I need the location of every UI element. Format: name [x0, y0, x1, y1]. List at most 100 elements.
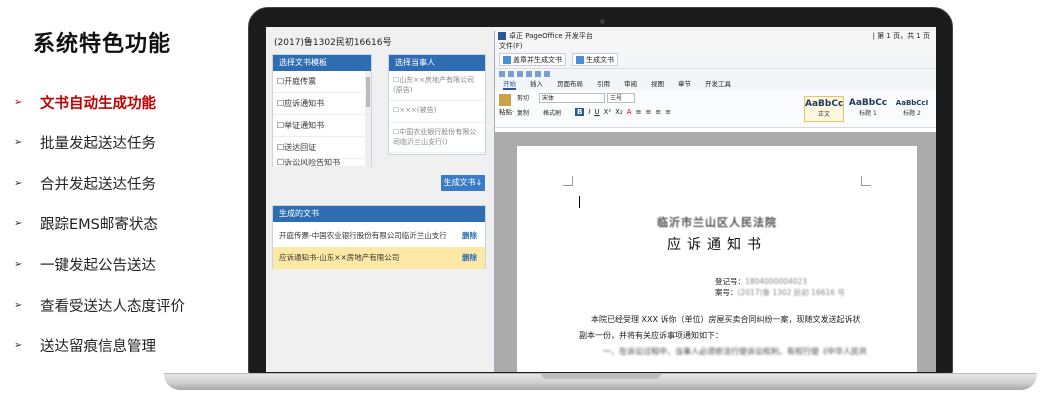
doc-template-header: 选择文书模板 — [273, 55, 371, 71]
word-doc-icon — [498, 32, 506, 40]
crop-mark — [861, 176, 871, 186]
tab-insert[interactable]: 插入 — [530, 79, 543, 90]
seal-generate-button[interactable]: 盖章并生成文书 — [499, 53, 566, 66]
scroll-thumb[interactable] — [366, 77, 370, 107]
print-icon[interactable] — [526, 71, 532, 77]
underline-button[interactable]: U — [594, 108, 599, 116]
feature-label: 送达留痕信息管理 — [40, 339, 156, 355]
doc-template-item[interactable]: ☐举证通知书 — [273, 115, 371, 137]
italic-button[interactable]: I — [588, 108, 590, 116]
style-name: 标题 1 — [859, 110, 877, 117]
style-name: 标题 2 — [903, 110, 921, 117]
doc-template-item[interactable]: ☐诉讼风险告知书 — [273, 159, 371, 167]
tab-layout[interactable]: 页面布局 — [557, 79, 583, 90]
generated-doc-name: 应诉通知书-山东××房地产有限公司 — [279, 253, 400, 262]
ribbon-tabs: 开始 插入 页面布局 引用 审阅 视图 章节 开发工具 — [495, 79, 936, 90]
party-header: 选择当事人 — [389, 55, 485, 71]
undo-icon[interactable] — [535, 71, 541, 77]
document-page[interactable]: 临沂市兰山区人民法院 应诉通知书 登记号：1804000004023 案号：(2… — [517, 146, 917, 372]
feature-item-attitude: ➢ 查看受送达人态度评价 — [14, 295, 185, 316]
feature-list: 系统特色功能 ➢ 文书自动生成功能 ➢ 批量发起送达任务 ➢ 合并发起送达任务 … — [0, 0, 240, 404]
office-editor-window: 卓正 PageOffice 开发平台 | 第 1 页，共 1 页 文件(F) 盖… — [494, 31, 936, 372]
font-size-select[interactable]: 三号 — [607, 93, 635, 103]
feature-item-announcement: ➢ 一键发起公告送达 — [14, 254, 156, 275]
case-number-line: 案号：(2017)鲁 1302 民初 16616 号 — [715, 287, 845, 298]
delete-link[interactable]: 删除 — [462, 247, 477, 269]
doc-template-item[interactable]: ☐应诉通知书 — [273, 93, 371, 115]
paste-label: 粘贴· — [499, 108, 515, 116]
bullet-arrow-icon: ➢ — [14, 137, 23, 148]
style-normal[interactable]: AaBbCc 正文 — [804, 96, 844, 122]
seal-generate-label: 盖章并生成文书 — [513, 55, 562, 64]
redo-icon[interactable] — [544, 71, 550, 77]
office-title: 卓正 PageOffice 开发平台 — [509, 32, 593, 40]
menu-file[interactable]: 文件(F) — [495, 41, 936, 51]
feature-item-merge-send: ➢ 合并发起送达任务 — [14, 173, 156, 194]
generate-label: 生成文书 — [586, 55, 614, 64]
laptop-notch — [541, 373, 661, 379]
style-sample: AaBbCc — [805, 99, 844, 109]
tab-home[interactable]: 开始 — [503, 79, 516, 90]
doc-template-item[interactable]: ☐开庭传票 — [273, 71, 371, 93]
crop-mark — [563, 176, 573, 186]
generated-doc-name: 开庭传票-中国农业银行股份有限公司临沂兰山支行 — [279, 231, 447, 240]
generated-docs-panel: 生成的文书 开庭传票-中国农业银行股份有限公司临沂兰山支行 删除 应诉通知书-山… — [272, 205, 486, 269]
tab-section[interactable]: 章节 — [678, 79, 691, 90]
style-heading-1[interactable]: AaBbCc 标题 1 — [848, 96, 888, 122]
generated-doc-row[interactable]: 开庭传票-中国农业银行股份有限公司临沂兰山支行 删除 — [273, 225, 485, 247]
align-left-icon[interactable]: ≡ — [636, 108, 642, 116]
tab-review[interactable]: 审阅 — [624, 79, 637, 90]
open-icon[interactable] — [508, 71, 514, 77]
party-item[interactable]: ☐×××(被告) — [389, 101, 485, 123]
text-cursor — [579, 196, 580, 208]
body-paragraph: 本院已经受理 XXX 诉你（单位）房屋买卖合同纠纷一案，现随文发送起诉状 — [591, 315, 861, 324]
bullet-arrow-icon: ➢ — [14, 259, 23, 270]
party-item[interactable]: ☐山东××房地产有限公司(原告) — [389, 71, 485, 101]
office-titlebar: 卓正 PageOffice 开发平台 | 第 1 页，共 1 页 — [495, 31, 936, 41]
generated-doc-row[interactable]: 应诉通知书-山东××房地产有限公司 删除 — [273, 247, 485, 269]
copy-button[interactable]: 复制 — [517, 108, 529, 117]
feature-item-batch-send: ➢ 批量发起送达任务 — [14, 132, 156, 153]
save-icon[interactable] — [517, 71, 523, 77]
paste-icon — [499, 94, 511, 106]
body-paragraph: 副本一份，并将有关应诉事项通知如下： — [579, 331, 723, 340]
generate-doc-button[interactable]: 生成文书↓ — [441, 175, 485, 191]
feature-label: 批量发起送达任务 — [40, 136, 156, 152]
align-right-icon[interactable]: ≡ — [655, 108, 661, 116]
justify-icon[interactable]: ≡ — [665, 108, 671, 116]
office-toolbar: 盖章并生成文书 生成文书 — [495, 51, 936, 69]
subscript-button[interactable]: X₂ — [615, 108, 623, 116]
delete-link[interactable]: 删除 — [462, 225, 477, 247]
body-paragraph: 一、在诉讼过程中，当事人必须依法行使诉讼权利，有权行使《中华人民共 — [603, 347, 867, 356]
bold-button[interactable]: B — [575, 108, 585, 116]
doc-template-panel: 选择文书模板 ☐开庭传票 ☐应诉通知书 ☐举证通知书 ☐送达回证 ☐诉讼风险告知… — [272, 54, 372, 167]
tab-view[interactable]: 视图 — [651, 79, 664, 90]
format-painter-button[interactable]: 格式刷 — [543, 108, 561, 117]
style-sample: AaBbCcI — [895, 99, 929, 107]
align-center-icon[interactable]: ≡ — [645, 108, 651, 116]
bullet-arrow-icon: ➢ — [14, 300, 23, 311]
generated-docs-header: 生成的文书 — [273, 206, 485, 222]
ribbon-home: 粘贴· 剪切 复制 格式刷 宋体 三号 B I U X² X₂ A ≡ ≡ ≡ … — [495, 90, 936, 128]
feature-label: 合并发起送达任务 — [40, 177, 156, 193]
cut-button[interactable]: 剪切 — [517, 93, 529, 102]
case-label: 案号： — [715, 288, 738, 297]
font-family-select[interactable]: 宋体 — [539, 93, 605, 103]
tab-references[interactable]: 引用 — [597, 79, 610, 90]
tab-developer[interactable]: 开发工具 — [705, 79, 731, 90]
feature-item-trace: ➢ 送达留痕信息管理 — [14, 335, 156, 356]
page-indicator: | 第 1 页，共 1 页 — [872, 32, 930, 40]
laptop-screen: (2017)鲁1302民初16616号 选择文书模板 ☐开庭传票 ☐应诉通知书 … — [266, 27, 936, 372]
feature-label: 查看受送达人态度评价 — [40, 299, 185, 315]
party-item[interactable]: ☐中国农业银行股份有限公司临沂兰山支行() — [389, 123, 485, 153]
new-icon[interactable] — [499, 71, 505, 77]
generate-button[interactable]: 生成文书 — [572, 53, 618, 66]
paste-button[interactable]: 粘贴· — [499, 94, 514, 116]
superscript-button[interactable]: X² — [604, 108, 612, 116]
doc-template-item[interactable]: ☐送达回证 — [273, 137, 371, 159]
document-canvas[interactable]: 临沂市兰山区人民法院 应诉通知书 登记号：1804000004023 案号：(2… — [495, 132, 936, 372]
doc-template-scrollbar[interactable] — [365, 71, 371, 166]
style-heading-2[interactable]: AaBbCcI 标题 2 — [892, 96, 932, 122]
feature-item-doc-generation: ➢ 文书自动生成功能 — [14, 92, 156, 113]
font-color-button[interactable]: A — [627, 108, 632, 116]
